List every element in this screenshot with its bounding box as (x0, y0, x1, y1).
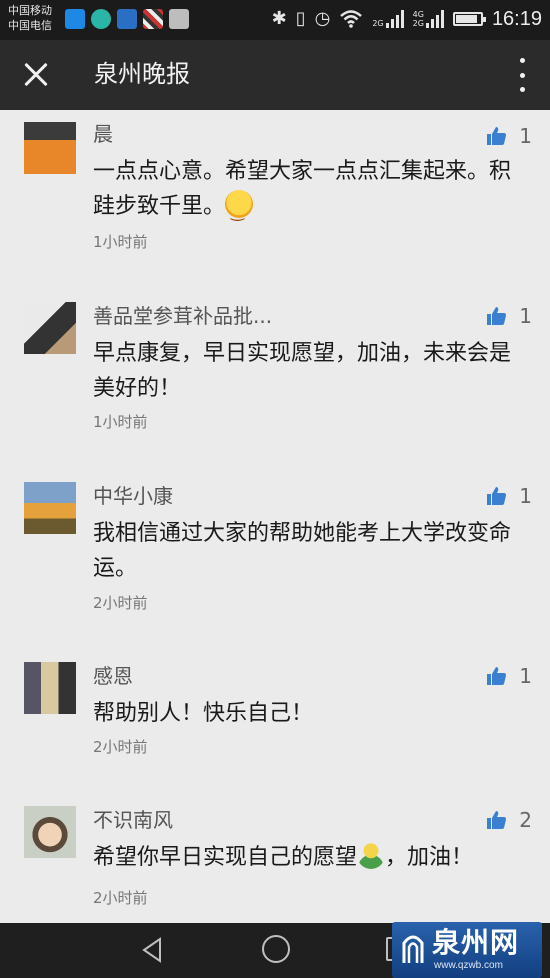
more-vertical-icon[interactable] (514, 58, 530, 92)
watermark-text: 泉州网 (432, 926, 520, 959)
app-notification-icon (143, 9, 163, 29)
comment-time: 2小时前 (93, 594, 148, 612)
comment-time: 2小时前 (93, 738, 148, 756)
commenter-name[interactable]: 晨 (93, 120, 113, 148)
comment-text: 一点点心意。希望大家一点点汇集起来。积跬步致千里。 (93, 154, 523, 229)
carrier-1: 中国移动 (8, 4, 52, 17)
thumbs-up-icon (487, 487, 507, 505)
like-button[interactable]: 2 (487, 806, 532, 834)
comment-time: 1小时前 (93, 413, 148, 431)
comment-text-after: ，加油！ (385, 845, 474, 870)
like-button[interactable]: 1 (487, 302, 532, 330)
thumbs-up-icon (487, 127, 507, 145)
avatar[interactable] (24, 122, 76, 174)
person-emoji-icon (357, 841, 386, 869)
comment-time: 1小时前 (93, 233, 148, 251)
watermark-logo: 泉州网 www.qzwb.com (392, 922, 542, 978)
commenter-name[interactable]: 善品堂参茸补品批... (93, 302, 272, 330)
avatar[interactable] (24, 806, 76, 858)
watermark-emblem-icon (402, 935, 424, 963)
network-label: 2G (372, 19, 384, 28)
network-labels: 4G 2G (413, 10, 424, 28)
like-button[interactable]: 1 (487, 122, 532, 150)
image-notification-icon (169, 9, 189, 29)
thumbs-up-icon (487, 307, 507, 325)
comment-text: 帮助别人！快乐自己！ (93, 701, 314, 726)
app-notification-icon (65, 9, 85, 29)
comment-text-main: 一点点心意。希望大家一点点汇集起来。积跬步致千里。 (93, 159, 512, 219)
back-triangle-icon[interactable] (140, 937, 166, 963)
network-label: 4G (412, 10, 424, 19)
avatar[interactable] (24, 302, 76, 354)
commenter-name[interactable]: 中华小康 (93, 482, 173, 510)
thumbs-up-icon (487, 667, 507, 685)
wifi-icon (340, 10, 363, 28)
home-circle-icon[interactable] (262, 935, 290, 963)
like-button[interactable]: 1 (487, 482, 532, 510)
clock: 16:19 (491, 7, 542, 30)
comment-text-main: 希望你早日实现自己的愿望 (93, 845, 358, 870)
commenter-name[interactable]: 感恩 (93, 662, 133, 690)
commenter-name[interactable]: 不识南风 (93, 806, 173, 834)
like-count: 1 (519, 664, 532, 688)
like-count: 1 (519, 304, 532, 328)
signal-1: 2G (372, 10, 404, 28)
comment-time: 2小时前 (93, 889, 148, 907)
like-count: 1 (519, 124, 532, 148)
app-notification-icon (117, 9, 137, 29)
status-bar: 中国移动 中国电信 ✱ ▯ ◷ 2G 4G 2G 16:19 (0, 0, 550, 40)
signal-bars-icon (385, 10, 404, 28)
app-notification-icon (91, 9, 111, 29)
like-count: 2 (519, 808, 532, 832)
avatar[interactable] (24, 482, 76, 534)
comments-list: 晨 1 一点点心意。希望大家一点点汇集起来。积跬步致千里。 1小时前 善品堂参茸… (0, 110, 550, 923)
like-count: 1 (519, 484, 532, 508)
avatar[interactable] (24, 662, 76, 714)
notification-icons (65, 9, 189, 29)
page-title: 泉州晚报 (94, 60, 190, 88)
smile-emoji-icon (225, 190, 254, 229)
vibrate-icon: ▯ (295, 8, 306, 29)
alarm-icon: ◷ (314, 8, 331, 29)
signal-bars-icon (425, 10, 444, 28)
watermark-url: www.qzwb.com (434, 960, 503, 971)
carrier-info: 中国移动 中国电信 (8, 3, 52, 33)
bluetooth-icon: ✱ (271, 8, 287, 29)
close-icon[interactable] (18, 56, 56, 94)
app-header: 泉州晚报 (0, 40, 550, 110)
signal-2: 4G 2G (413, 10, 444, 28)
system-icons: ✱ ▯ ◷ 2G 4G 2G 16:19 (272, 6, 542, 32)
comment-text: 早点康复，早日实现愿望，加油，未来会是美好的！ (93, 341, 512, 401)
network-label: 2G (412, 19, 424, 28)
thumbs-up-icon (487, 811, 507, 829)
comment-text: 我相信通过大家的帮助她能考上大学改变命运。 (93, 521, 512, 581)
battery-icon (452, 12, 486, 26)
comment-text: 希望你早日实现自己的愿望 ，加油！ (93, 840, 523, 875)
carrier-2: 中国电信 (8, 19, 52, 32)
like-button[interactable]: 1 (487, 662, 532, 690)
